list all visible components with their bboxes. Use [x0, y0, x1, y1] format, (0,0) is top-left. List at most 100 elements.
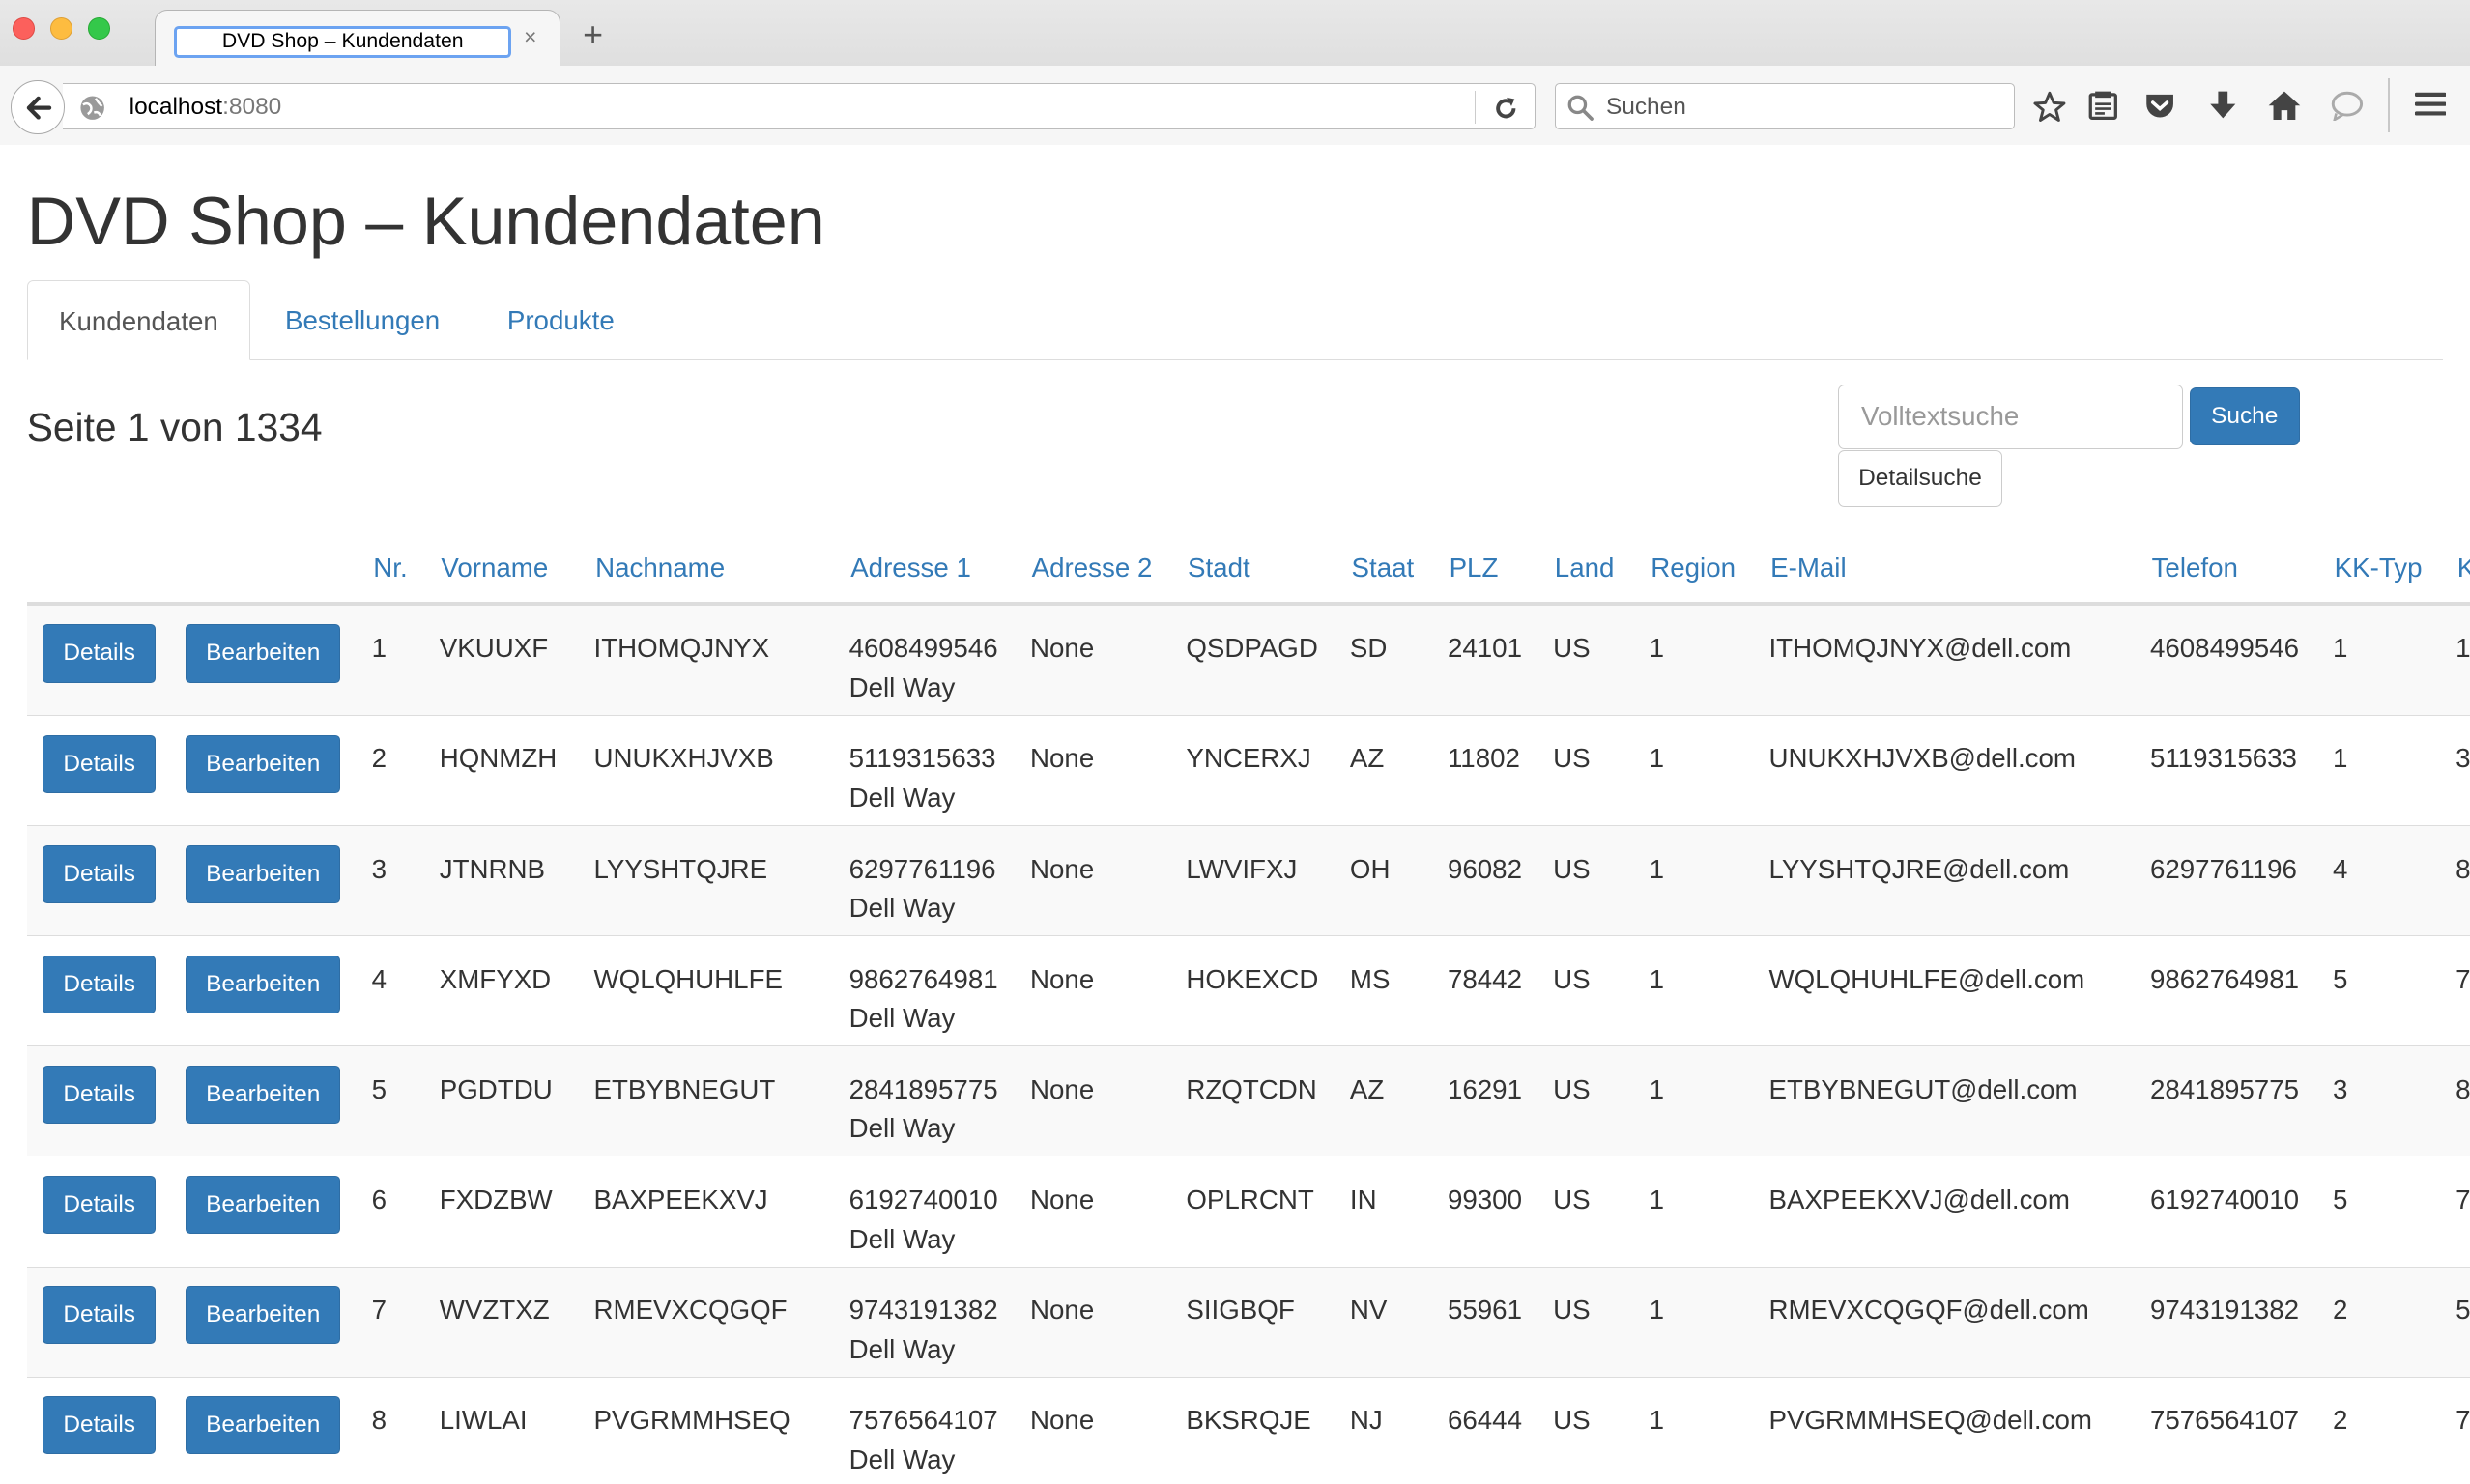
table-row: Details Bearbeiten 2 HQNMZH UNUKXHJVXB 5…: [26, 715, 2470, 825]
url-port: :8080: [222, 94, 282, 121]
cell-plz: 16291: [1447, 1073, 1522, 1104]
cell-plz: 96082: [1447, 853, 1522, 884]
edit-button[interactable]: Bearbeiten: [186, 1175, 341, 1235]
cell-telefon: 7576564107: [2149, 1405, 2300, 1436]
cell-nachname: BAXPEEKXVJ: [593, 1184, 768, 1214]
url-bar[interactable]: localhost:8080: [63, 83, 1537, 129]
cell-adresse2: None: [1030, 1405, 1095, 1436]
column-header-stadt[interactable]: Stadt: [1188, 553, 1250, 584]
column-header-region[interactable]: Region: [1651, 553, 1736, 584]
cell-k: 8: [2456, 853, 2470, 884]
column-header-nr[interactable]: Nr.: [373, 553, 407, 584]
maximize-window-button[interactable]: [88, 16, 111, 40]
cell-kktyp: 5: [2333, 963, 2348, 994]
cell-vorname: FXDZBW: [439, 1184, 553, 1214]
reading-list-icon[interactable]: [2087, 90, 2119, 122]
browser-tab[interactable]: DVD Shop – Kundendaten ×: [154, 9, 561, 67]
cell-nr: 5: [371, 1073, 388, 1104]
cell-adresse1-line2: Dell Way: [848, 783, 956, 813]
tab-bestellungen[interactable]: Bestellungen: [285, 280, 440, 360]
cell-nachname: UNUKXHJVXB: [593, 743, 774, 774]
details-button[interactable]: Details: [43, 955, 157, 1014]
column-header-vorname[interactable]: Vorname: [441, 553, 548, 584]
column-header-email[interactable]: E-Mail: [1770, 553, 1847, 584]
edit-button[interactable]: Bearbeiten: [186, 1286, 341, 1345]
edit-button[interactable]: Bearbeiten: [186, 624, 341, 683]
cell-adresse1: 2841895775 Dell Way: [849, 1070, 998, 1150]
cell-nachname: ETBYBNEGUT: [593, 1073, 776, 1104]
search-button[interactable]: Suche: [2189, 386, 2300, 446]
details-button[interactable]: Details: [43, 844, 157, 903]
download-icon[interactable]: [2207, 90, 2239, 122]
reload-icon[interactable]: [1490, 93, 1522, 125]
fulltext-search-input[interactable]: [1838, 384, 2184, 449]
new-tab-button[interactable]: +: [583, 17, 603, 52]
cell-telefon: 2841895775: [2149, 1073, 2300, 1104]
cell-adresse2: None: [1030, 1294, 1095, 1325]
browser-search-bar[interactable]: Suchen: [1554, 83, 2015, 129]
cell-k: 7: [2456, 1184, 2470, 1214]
column-header-kktyp[interactable]: KK-Typ: [2335, 553, 2423, 584]
chat-icon[interactable]: [2330, 90, 2365, 122]
minimize-window-button[interactable]: [50, 16, 72, 40]
cell-k: 3: [2456, 743, 2470, 774]
cell-staat: AZ: [1349, 1073, 1385, 1104]
browser-search-placeholder: Suchen: [1605, 94, 1686, 121]
cell-stadt: RZQTCDN: [1186, 1073, 1317, 1104]
column-header-telefon[interactable]: Telefon: [2152, 553, 2238, 584]
cell-adresse1-line1: 4608499546: [848, 633, 998, 664]
detail-search-button[interactable]: Detailsuche: [1838, 450, 2002, 507]
tab-bar: DVD Shop – Kundendaten × +: [0, 0, 2470, 67]
cell-nr: 6: [371, 1184, 388, 1214]
pocket-icon[interactable]: [2143, 90, 2176, 122]
url-text: localhost:8080: [129, 94, 282, 121]
cell-adresse1-line1: 6297761196: [848, 853, 996, 884]
cell-region: 1: [1649, 1294, 1665, 1325]
cell-land: US: [1553, 1294, 1591, 1325]
cell-nr: 4: [371, 963, 388, 994]
cell-vorname: JTNRNB: [439, 853, 546, 884]
hamburger-menu-icon[interactable]: [2414, 90, 2447, 118]
details-button[interactable]: Details: [43, 1065, 157, 1125]
edit-button[interactable]: Bearbeiten: [186, 1396, 341, 1455]
url-host: localhost: [129, 94, 223, 121]
details-button[interactable]: Details: [43, 1175, 157, 1235]
cell-land: US: [1553, 1184, 1591, 1214]
tab-close-icon[interactable]: ×: [524, 24, 536, 50]
tab-kundendaten[interactable]: Kundendaten: [26, 280, 251, 361]
edit-button[interactable]: Bearbeiten: [186, 1065, 341, 1125]
cell-k: 7: [2456, 1405, 2470, 1436]
edit-button[interactable]: Bearbeiten: [186, 955, 341, 1014]
details-button[interactable]: Details: [43, 734, 157, 793]
cell-stadt: SIIGBQF: [1186, 1294, 1295, 1325]
column-header-land[interactable]: Land: [1555, 553, 1615, 584]
cell-land: US: [1553, 1073, 1591, 1104]
cell-staat: AZ: [1349, 743, 1385, 774]
cell-kktyp: 4: [2333, 853, 2348, 884]
edit-button[interactable]: Bearbeiten: [186, 844, 341, 903]
home-icon[interactable]: [2267, 90, 2302, 122]
cell-email: PVGRMMHSEQ@dell.com: [1768, 1405, 2092, 1436]
column-header-nachname[interactable]: Nachname: [595, 553, 725, 584]
column-header-staat[interactable]: Staat: [1352, 553, 1415, 584]
close-window-button[interactable]: [13, 16, 35, 40]
details-button[interactable]: Details: [43, 624, 157, 683]
column-header-plz[interactable]: PLZ: [1450, 553, 1499, 584]
details-button[interactable]: Details: [43, 1396, 157, 1455]
cell-nachname: ITHOMQJNYX: [593, 633, 770, 664]
details-button[interactable]: Details: [43, 1286, 157, 1345]
back-button[interactable]: [11, 80, 65, 134]
cell-adresse1: 4608499546 Dell Way: [849, 629, 998, 708]
column-header-k[interactable]: K: [2457, 553, 2470, 584]
cell-telefon: 6297761196: [2149, 853, 2297, 884]
cell-adresse1: 6192740010 Dell Way: [849, 1181, 998, 1260]
tab-produkte[interactable]: Produkte: [507, 280, 615, 360]
column-header-adresse1[interactable]: Adresse 1: [850, 553, 971, 584]
cell-adresse2: None: [1030, 853, 1095, 884]
cell-kktyp: 5: [2333, 1184, 2348, 1214]
column-header-adresse2[interactable]: Adresse 2: [1032, 553, 1153, 584]
cell-nr: 2: [371, 743, 388, 774]
edit-button[interactable]: Bearbeiten: [186, 734, 341, 793]
cell-telefon: 5119315633: [2149, 743, 2297, 774]
star-icon[interactable]: [2032, 90, 2067, 125]
